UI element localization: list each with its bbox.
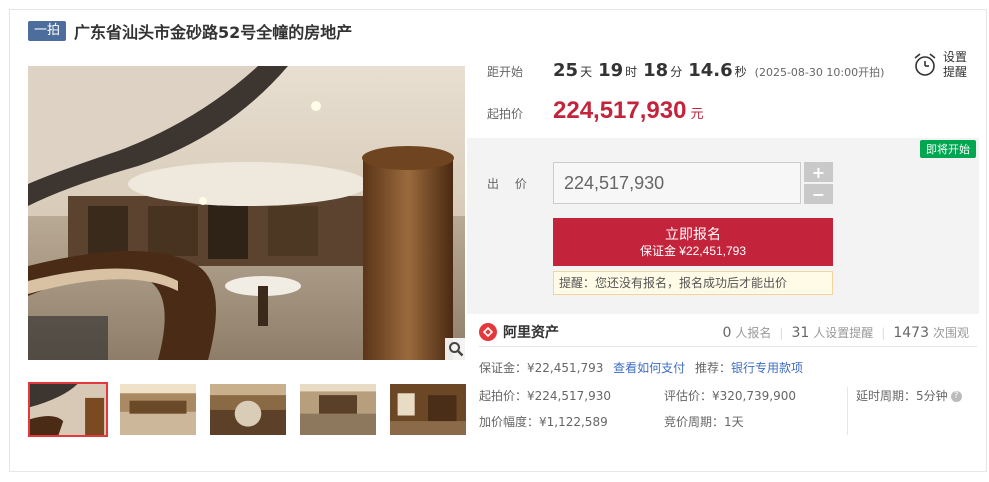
countdown-seconds: 14.6 — [688, 60, 733, 81]
delay-period: 延时周期：5分钟? — [847, 387, 962, 435]
help-icon[interactable]: ? — [950, 391, 962, 402]
reminder-line1: 设置 — [943, 50, 968, 64]
thumbnail-4[interactable] — [298, 382, 378, 437]
bid-label: 出 价 — [487, 177, 533, 191]
main-photo[interactable] — [28, 66, 465, 360]
signup-count-label: 人报名 — [735, 326, 772, 340]
recommend-label: 推荐： — [695, 361, 732, 375]
reminder-line2: 提醒 — [943, 65, 968, 79]
auction-round-tag: 一拍 — [28, 21, 67, 41]
increment-detail: 加价幅度：¥1,122,589 — [479, 415, 608, 429]
thumbnail-image — [390, 384, 466, 435]
signup-count: 0 — [722, 325, 732, 341]
register-hint: 提醒：您还没有报名，报名成功后才能出价 — [553, 271, 833, 295]
start-time: (2025-08-30 10:00开拍) — [754, 66, 885, 79]
view-count: 1473 — [893, 325, 929, 341]
cycle-detail: 竞价周期：1天 — [664, 415, 744, 429]
deposit-row: 保证金：¥22,451,793 查看如何支付 推荐：银行专用款项 — [479, 359, 803, 376]
main-photo-image — [28, 66, 465, 360]
start-price-label: 起拍价 — [487, 107, 524, 121]
bid-stepper: + − — [804, 162, 833, 204]
alarm-clock-icon — [914, 53, 936, 76]
thumbnail-image — [210, 384, 286, 435]
thumbnail-image — [120, 384, 196, 435]
start-price-value: 224,517,930 — [553, 97, 687, 124]
ali-logo-text: 阿里资产 — [503, 324, 559, 341]
magnifier-icon — [449, 342, 464, 357]
thumbnail-3[interactable] — [208, 382, 288, 437]
thumbnail-image — [300, 384, 376, 435]
days-unit: 天 — [580, 65, 593, 79]
title-row: 一拍 广东省汕头市金砂路52号全幢的房地产 — [28, 20, 352, 42]
reminder-count-label: 人设置提醒 — [813, 326, 874, 340]
countdown-minutes: 18 — [643, 60, 669, 81]
ali-logo-icon — [479, 322, 497, 341]
auction-stats: 0 人报名 | 31 人设置提醒 | 1473 次围观 — [722, 325, 969, 341]
minutes-unit: 分 — [670, 65, 683, 79]
zoom-button[interactable] — [445, 338, 467, 360]
thumbnail-1[interactable] — [28, 382, 108, 437]
ali-assets-logo[interactable]: 阿里资产 — [479, 322, 559, 342]
thumbnail-5[interactable] — [388, 382, 468, 437]
hours-unit: 时 — [625, 65, 638, 79]
price-unit: 元 — [690, 107, 704, 122]
countdown-hours: 19 — [598, 60, 624, 81]
register-now-button[interactable]: 立即报名 保证金 ¥22,451,793 — [553, 218, 833, 266]
bid-amount-input[interactable] — [553, 162, 801, 204]
countdown-days: 25 — [553, 60, 579, 81]
view-count-label: 次围观 — [932, 326, 969, 340]
start-price-detail: 起拍价：¥224,517,930 — [479, 389, 611, 403]
reminder-count: 31 — [791, 325, 810, 341]
register-button-label: 立即报名 — [665, 226, 721, 242]
auction-panel: 距开始 25 天 19 时 18 分 14.6 秒 (2025-08-30 10… — [467, 45, 979, 465]
start-price: 起拍价 224,517,930 元 — [487, 97, 703, 125]
how-to-pay-link[interactable]: 查看如何支付 — [613, 361, 685, 375]
appraisal-detail: 评估价：¥320,739,900 — [664, 389, 796, 403]
increase-bid-button[interactable]: + — [804, 162, 833, 182]
bid-panel: 即将开始 出 价 + − 立即报名 保证金 ¥22,451,793 提醒：您还没… — [467, 138, 979, 314]
platform-row: 阿里资产 0 人报名 | 31 人设置提醒 | 1473 次围观 — [479, 317, 977, 347]
decrease-bid-button[interactable]: − — [804, 184, 833, 204]
status-badge: 即将开始 — [920, 140, 976, 158]
delay-period-text: 延时周期：5分钟 — [856, 389, 948, 403]
deposit-amount-label: 保证金 ¥22,451,793 — [639, 244, 747, 258]
thumbnail-2[interactable] — [118, 382, 198, 437]
page-title: 广东省汕头市金砂路52号全幢的房地产 — [74, 23, 353, 42]
deposit-info: 保证金：¥22,451,793 — [479, 361, 604, 375]
bank-payment-link[interactable]: 银行专用款项 — [731, 361, 803, 375]
countdown: 距开始 25 天 19 时 18 分 14.6 秒 (2025-08-30 10… — [487, 60, 884, 81]
thumbnail-image — [30, 384, 106, 435]
seconds-unit: 秒 — [734, 65, 747, 79]
set-reminder-button[interactable]: 设置 提醒 — [913, 50, 967, 80]
countdown-label: 距开始 — [487, 65, 524, 79]
thumbnail-strip — [28, 382, 478, 437]
